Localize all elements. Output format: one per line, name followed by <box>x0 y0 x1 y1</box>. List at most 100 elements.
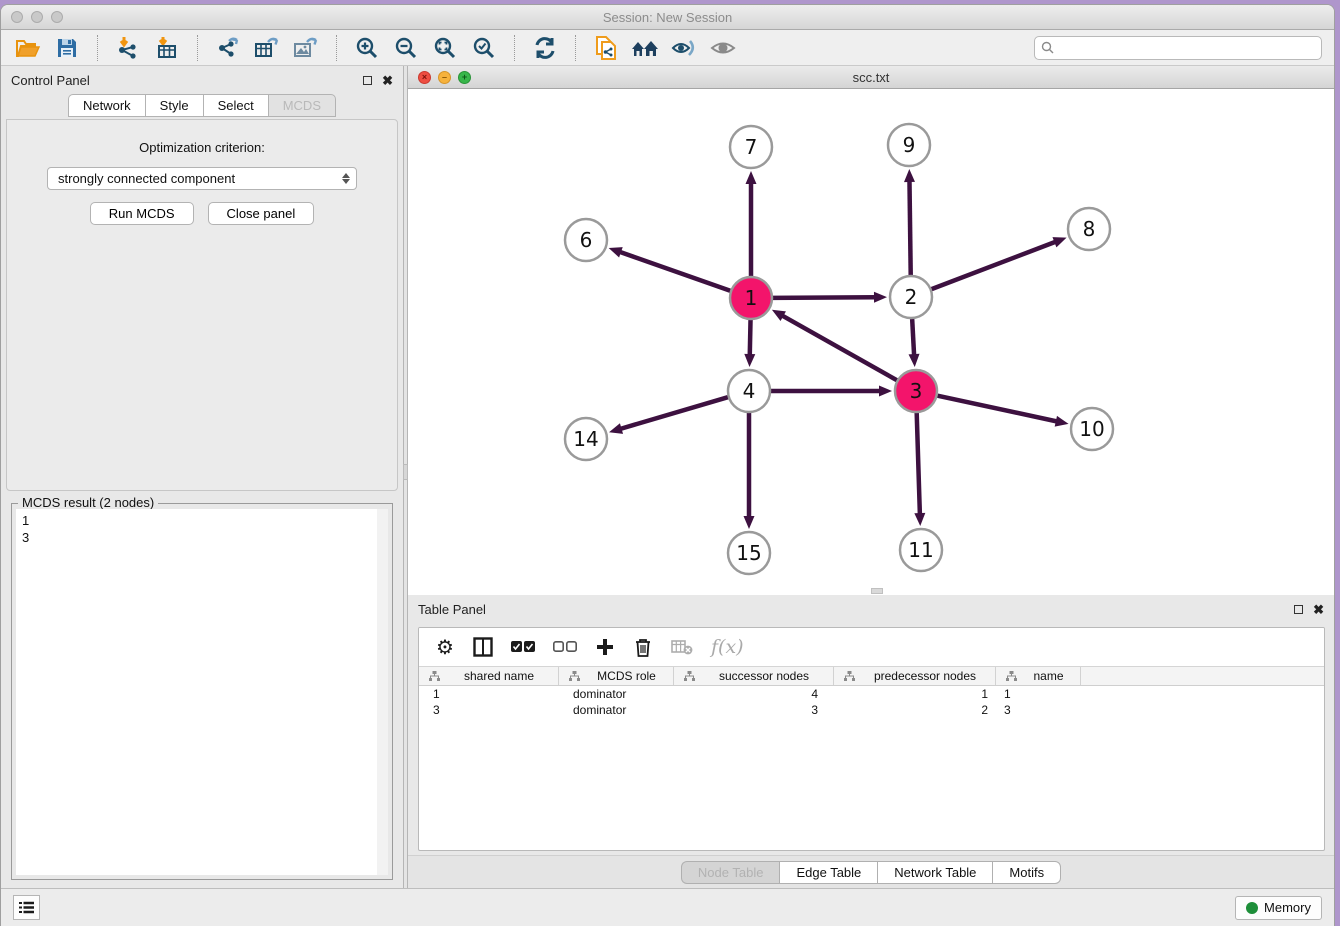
edge-4-14[interactable] <box>620 397 728 429</box>
node-label-1: 1 <box>745 286 758 310</box>
export-image-icon[interactable] <box>291 34 321 62</box>
tab-style[interactable]: Style <box>145 94 203 117</box>
zoom-out-icon[interactable] <box>391 34 421 62</box>
memory-button[interactable]: Memory <box>1235 896 1322 920</box>
edge-arrowhead <box>1052 237 1066 247</box>
search-input[interactable] <box>1058 40 1315 55</box>
edge-1-6[interactable] <box>619 252 730 291</box>
cell-predecessor-nodes[interactable]: 1 <box>834 687 996 701</box>
edge-arrowhead <box>879 386 892 397</box>
cell-successor-nodes[interactable]: 4 <box>674 687 834 701</box>
column-header-name[interactable]: name <box>996 667 1081 685</box>
status-bar: Memory <box>1 888 1334 926</box>
cell-name[interactable]: 1 <box>996 687 1081 701</box>
zoom-selected-icon[interactable] <box>469 34 499 62</box>
edge-arrowhead <box>874 292 887 303</box>
close-panel-button[interactable]: Close panel <box>208 202 315 225</box>
edge-2-9[interactable] <box>909 180 910 275</box>
table-close-panel-icon[interactable]: ✖ <box>1313 603 1324 616</box>
result-scrollbar[interactable] <box>377 509 388 875</box>
import-table-icon[interactable] <box>152 34 182 62</box>
edge-3-10[interactable] <box>938 396 1058 422</box>
sitemap-icon <box>1006 671 1017 681</box>
cell-name[interactable]: 3 <box>996 703 1081 717</box>
function-icon[interactable]: f(x) <box>711 635 744 659</box>
table-row[interactable]: 3dominator323 <box>419 702 1324 718</box>
column-header-predecessor-nodes[interactable]: predecessor nodes <box>834 667 996 685</box>
edge-1-4[interactable] <box>750 320 751 356</box>
sitemap-icon <box>844 671 855 681</box>
table-float-panel-icon[interactable] <box>1294 605 1303 614</box>
mcds-result-title: MCDS result (2 nodes) <box>18 495 158 510</box>
edge-2-8[interactable] <box>932 241 1057 289</box>
export-network-icon[interactable] <box>213 34 243 62</box>
node-label-15: 15 <box>736 541 761 565</box>
tab-select[interactable]: Select <box>203 94 268 117</box>
table-tabs: Node TableEdge TableNetwork TableMotifs <box>408 855 1334 888</box>
network-minimize-button[interactable]: – <box>438 71 451 84</box>
edge-arrowhead <box>744 354 755 367</box>
import-network-icon[interactable] <box>113 34 143 62</box>
close-window-button[interactable] <box>11 11 23 23</box>
tab-mcds[interactable]: MCDS <box>268 94 336 117</box>
apply-layout-icon[interactable] <box>530 34 560 62</box>
zoom-fit-icon[interactable] <box>430 34 460 62</box>
first-neighbors-icon[interactable] <box>630 34 660 62</box>
tab-network-table[interactable]: Network Table <box>877 861 992 884</box>
close-panel-icon[interactable]: ✖ <box>382 74 393 87</box>
edge-3-1[interactable] <box>781 315 896 380</box>
cell-shared-name[interactable]: 3 <box>419 703 559 717</box>
gear-icon[interactable]: ⚙ <box>435 635 455 659</box>
columns-icon[interactable] <box>473 635 493 659</box>
optimization-criterion-select[interactable]: strongly connected component <box>47 167 357 190</box>
node-label-6: 6 <box>580 228 593 252</box>
cell-shared-name[interactable]: 1 <box>419 687 559 701</box>
mcds-result-text[interactable]: 1 3 <box>16 509 377 875</box>
save-session-icon[interactable] <box>52 34 82 62</box>
mcds-panel: Optimization criterion: strongly connect… <box>6 119 398 491</box>
tab-network[interactable]: Network <box>68 94 145 117</box>
duplicate-network-icon[interactable] <box>591 34 621 62</box>
cell-MCDS-role[interactable]: dominator <box>559 703 674 717</box>
edge-2-3[interactable] <box>912 319 914 356</box>
open-file-icon[interactable] <box>13 34 43 62</box>
float-panel-icon[interactable] <box>363 76 372 85</box>
optimization-criterion-label: Optimization criterion: <box>7 140 397 155</box>
column-header-successor-nodes[interactable]: successor nodes <box>674 667 834 685</box>
sitemap-icon <box>429 671 440 681</box>
memory-label: Memory <box>1264 900 1311 915</box>
deselect-all-icon[interactable] <box>553 635 577 659</box>
cell-successor-nodes[interactable]: 3 <box>674 703 834 717</box>
table-toolbar: ⚙ <box>419 628 1324 666</box>
show-all-icon[interactable] <box>708 34 738 62</box>
maximize-window-button[interactable] <box>51 11 63 23</box>
export-table-icon[interactable] <box>252 34 282 62</box>
cell-predecessor-nodes[interactable]: 2 <box>834 703 996 717</box>
search-field-container <box>1034 36 1322 60</box>
column-header-shared-name[interactable]: shared name <box>419 667 559 685</box>
run-mcds-button[interactable]: Run MCDS <box>90 202 194 225</box>
network-close-button[interactable]: × <box>418 71 431 84</box>
network-canvas[interactable]: 7968124314101511 <box>408 89 1334 595</box>
delete-icon[interactable] <box>633 635 653 659</box>
add-icon[interactable] <box>595 635 615 659</box>
edge-arrowhead <box>1055 416 1069 427</box>
select-all-icon[interactable] <box>511 635 535 659</box>
select-stepper-icon <box>342 173 350 184</box>
canvas-splitter-handle[interactable] <box>871 588 883 594</box>
table-row[interactable]: 1dominator411 <box>419 686 1324 702</box>
tab-node-table[interactable]: Node Table <box>681 861 780 884</box>
edge-3-11[interactable] <box>917 413 920 515</box>
zoom-in-icon[interactable] <box>352 34 382 62</box>
edge-1-2[interactable] <box>773 297 876 298</box>
minimize-window-button[interactable] <box>31 11 43 23</box>
cell-MCDS-role[interactable]: dominator <box>559 687 674 701</box>
node-label-7: 7 <box>745 135 758 159</box>
network-maximize-button[interactable]: + <box>458 71 471 84</box>
task-history-button[interactable] <box>13 895 40 920</box>
delete-table-icon[interactable] <box>671 635 693 659</box>
hide-selected-icon[interactable] <box>669 34 699 62</box>
tab-motifs[interactable]: Motifs <box>992 861 1061 884</box>
tab-edge-table[interactable]: Edge Table <box>779 861 877 884</box>
column-header-MCDS-role[interactable]: MCDS role <box>559 667 674 685</box>
